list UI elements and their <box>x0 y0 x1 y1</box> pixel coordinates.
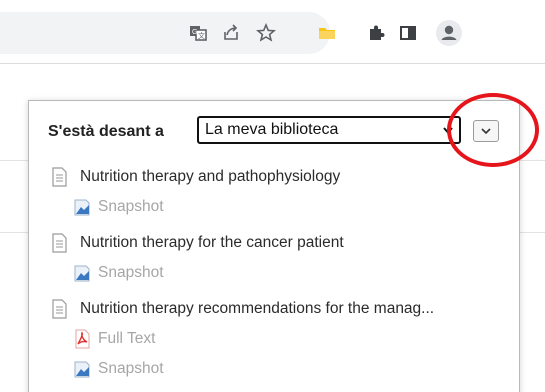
svg-text:G: G <box>192 29 197 36</box>
snapshot-icon <box>73 197 91 217</box>
list-item: Nutrition therapy and pathophysiology <box>29 165 519 189</box>
library-select-value: La meva biblioteca <box>205 121 339 138</box>
item-title: Nutrition therapy for the cancer patient <box>80 234 344 251</box>
translate-icon[interactable]: G 文 <box>187 22 209 44</box>
attachment-item: Snapshot <box>29 195 519 219</box>
attachment-item: Full Text <box>29 327 519 351</box>
document-icon <box>50 233 68 253</box>
puzzle-extensions-icon[interactable] <box>365 22 387 44</box>
saving-to-label: S'està desant a <box>48 123 164 140</box>
item-title: Nutrition therapy and pathophysiology <box>80 168 341 185</box>
attachment-item: Snapshot <box>29 261 519 285</box>
list-item: Nutrition therapy for the cancer patient <box>29 231 519 255</box>
attachment-item: Snapshot <box>29 357 519 381</box>
popup-header: S'està desant a La meva biblioteca <box>29 93 539 167</box>
attachment-label: Full Text <box>98 330 156 347</box>
address-bar[interactable] <box>0 12 330 54</box>
side-panel-icon[interactable] <box>397 22 419 44</box>
share-icon[interactable] <box>220 22 242 44</box>
snapshot-icon <box>73 263 91 283</box>
document-icon <box>50 299 68 319</box>
svg-text:文: 文 <box>198 31 205 40</box>
list-item: Nutrition therapy recommendations for th… <box>29 297 519 321</box>
attachment-label: Snapshot <box>98 360 164 377</box>
browser-window: G 文 S'està desant a La meva biblioteca N… <box>0 0 545 392</box>
folder-extension-icon[interactable] <box>316 22 338 44</box>
pdf-icon <box>73 329 91 349</box>
save-popup: S'està desant a La meva biblioteca Nutri… <box>28 93 539 392</box>
star-icon[interactable] <box>255 22 277 44</box>
profile-icon[interactable] <box>436 20 462 46</box>
library-select[interactable]: La meva biblioteca <box>197 116 461 144</box>
item-title: Nutrition therapy recommendations for th… <box>80 300 435 317</box>
snapshot-icon <box>73 359 91 379</box>
document-icon <box>50 167 68 187</box>
browser-toolbar: G 文 <box>0 0 545 64</box>
attachment-label: Snapshot <box>98 198 164 215</box>
attachment-label: Snapshot <box>98 264 164 281</box>
highlight-circle <box>447 93 539 167</box>
